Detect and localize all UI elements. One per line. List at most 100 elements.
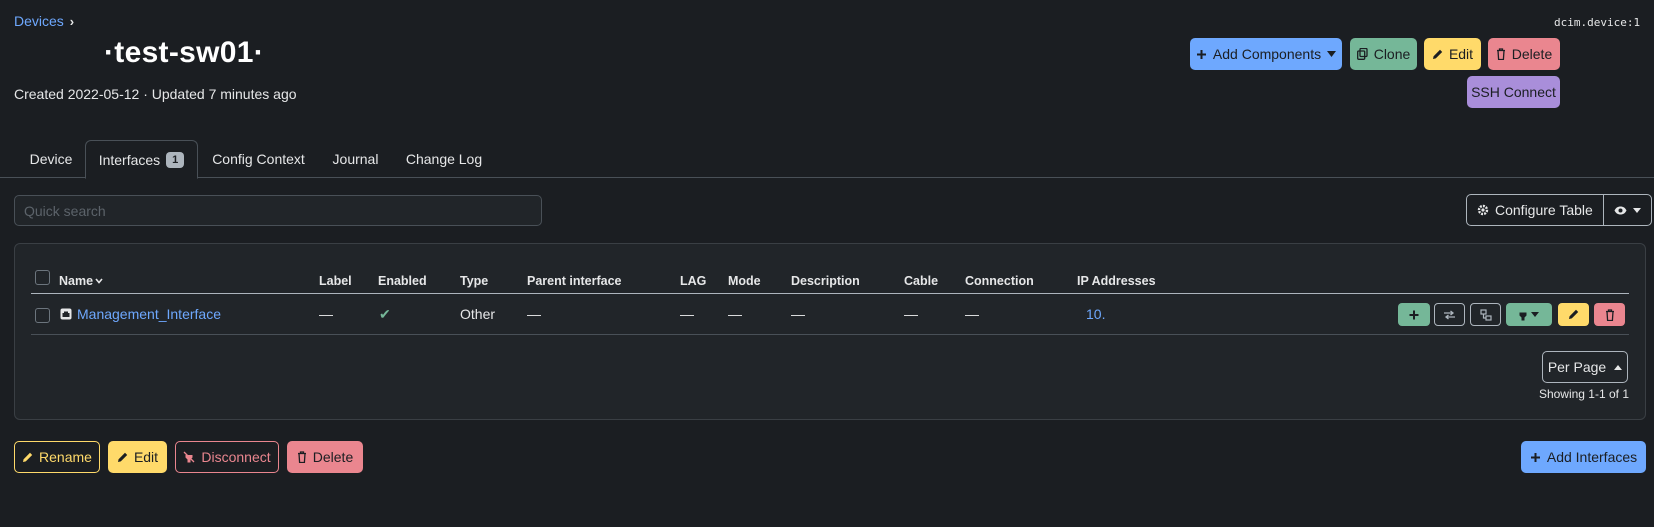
pencil-icon bbox=[1568, 309, 1579, 320]
eye-icon bbox=[1614, 206, 1627, 215]
interface-label-cell: — bbox=[319, 306, 333, 322]
column-header-label: Name bbox=[59, 274, 94, 288]
ssh-connect-button[interactable]: SSH Connect bbox=[1467, 76, 1560, 108]
pagination-status: Showing 1-1 of 1 bbox=[1538, 387, 1629, 401]
interfaces-table-card bbox=[14, 243, 1646, 420]
wireless-link-button[interactable] bbox=[1470, 303, 1501, 326]
caret-down-icon bbox=[1531, 312, 1539, 317]
delete-label: Delete bbox=[312, 449, 354, 465]
edit-button[interactable]: Edit bbox=[1424, 38, 1481, 70]
caret-down-icon bbox=[1632, 207, 1641, 213]
lan-icon bbox=[1479, 308, 1492, 321]
disconnect-selected-button[interactable]: Disconnect bbox=[175, 441, 279, 473]
interface-mode-cell: — bbox=[728, 306, 742, 322]
ssh-connect-label: SSH Connect bbox=[1471, 84, 1556, 100]
tab-config-context[interactable]: Config Context bbox=[199, 140, 318, 178]
select-all-checkbox[interactable] bbox=[35, 270, 50, 285]
tab-label: Config Context bbox=[212, 151, 305, 167]
pencil-icon bbox=[22, 452, 33, 463]
plus-icon bbox=[1409, 310, 1419, 320]
copy-icon bbox=[1356, 48, 1368, 60]
interface-connection-cell: — bbox=[965, 306, 979, 322]
disconnect-label: Disconnect bbox=[201, 449, 271, 465]
column-header-enabled[interactable]: Enabled bbox=[378, 274, 427, 288]
configure-table-label: Configure Table bbox=[1495, 202, 1593, 218]
trash-icon bbox=[1496, 48, 1506, 60]
interface-description-cell: — bbox=[791, 306, 805, 322]
column-visibility-dropdown[interactable] bbox=[1602, 195, 1651, 225]
column-header-parent[interactable]: Parent interface bbox=[527, 274, 621, 288]
quick-search-input[interactable] bbox=[14, 195, 542, 226]
column-header-lag[interactable]: LAG bbox=[680, 274, 706, 288]
add-interfaces-button[interactable]: Add Interfaces bbox=[1521, 441, 1646, 473]
column-header-name[interactable]: Name bbox=[59, 274, 103, 288]
table-header-divider bbox=[31, 293, 1629, 294]
ethernet-off-icon bbox=[183, 451, 195, 463]
tab-interfaces[interactable]: Interfaces 1 bbox=[85, 140, 198, 179]
sort-desc-icon bbox=[95, 278, 103, 284]
tab-device[interactable]: Device bbox=[17, 140, 85, 178]
column-header-connection[interactable]: Connection bbox=[965, 274, 1034, 288]
row-delete-button[interactable] bbox=[1594, 303, 1625, 326]
object-identifier: dcim.device:1 bbox=[1554, 16, 1641, 29]
edit-label: Edit bbox=[1448, 46, 1474, 62]
interface-cable-cell: — bbox=[904, 306, 918, 322]
trash-icon bbox=[1605, 308, 1615, 321]
pencil-icon bbox=[1432, 49, 1443, 60]
transit-connection-icon bbox=[1443, 309, 1456, 320]
pencil-icon bbox=[117, 452, 128, 463]
connect-dropdown-button[interactable] bbox=[1506, 303, 1552, 326]
tab-journal[interactable]: Journal bbox=[318, 140, 393, 178]
trash-icon bbox=[297, 451, 307, 463]
configure-table-button[interactable]: Configure Table bbox=[1467, 195, 1603, 225]
tab-label: Device bbox=[29, 151, 73, 167]
tab-label: Change Log bbox=[405, 151, 483, 167]
ip-address-link[interactable]: 10. bbox=[1086, 306, 1105, 322]
interfaces-count-badge: 1 bbox=[166, 151, 185, 168]
gear-icon bbox=[1477, 204, 1489, 216]
row-select-checkbox[interactable] bbox=[35, 308, 50, 323]
per-page-dropdown[interactable]: Per Page bbox=[1542, 351, 1628, 383]
column-header-mode[interactable]: Mode bbox=[728, 274, 761, 288]
rename-selected-button[interactable]: Rename bbox=[14, 441, 100, 473]
tab-label: Journal bbox=[332, 151, 379, 167]
add-components-label: Add Components bbox=[1212, 46, 1322, 62]
delete-button[interactable]: Delete bbox=[1488, 38, 1560, 70]
configure-table-group: Configure Table bbox=[1466, 194, 1652, 226]
column-header-label[interactable]: Label bbox=[319, 274, 352, 288]
per-page-label: Per Page bbox=[1547, 359, 1607, 375]
interface-parent-cell: — bbox=[527, 306, 541, 322]
add-components-button[interactable]: Add Components bbox=[1190, 38, 1342, 70]
ethernet-plug-icon bbox=[1519, 309, 1527, 321]
delete-selected-button[interactable]: Delete bbox=[287, 441, 363, 473]
edit-label: Edit bbox=[133, 449, 159, 465]
tab-bar: Device Interfaces 1 Config Context Journ… bbox=[0, 140, 1654, 179]
clone-button[interactable]: Clone bbox=[1350, 38, 1417, 70]
tab-label: Interfaces bbox=[98, 151, 161, 168]
edit-selected-button[interactable]: Edit bbox=[108, 441, 167, 473]
plus-icon bbox=[1196, 49, 1207, 60]
column-header-type[interactable]: Type bbox=[460, 274, 488, 288]
enabled-check-icon: ✔ bbox=[379, 306, 391, 322]
trace-button[interactable] bbox=[1434, 303, 1465, 326]
interface-name-link[interactable]: Management_Interface bbox=[77, 306, 221, 322]
caret-up-icon bbox=[1614, 364, 1623, 370]
rename-label: Rename bbox=[39, 449, 92, 465]
interface-type-cell: Other bbox=[460, 306, 496, 322]
breadcrumb-devices-link[interactable]: Devices bbox=[14, 13, 64, 29]
interface-virtual-icon bbox=[60, 308, 72, 320]
chevron-right-icon: › bbox=[69, 13, 75, 29]
add-interfaces-label: Add Interfaces bbox=[1546, 449, 1638, 465]
column-header-ip-addresses[interactable]: IP Addresses bbox=[1077, 274, 1156, 288]
add-child-button[interactable] bbox=[1398, 303, 1430, 326]
column-header-description[interactable]: Description bbox=[791, 274, 860, 288]
caret-down-icon bbox=[1327, 51, 1337, 57]
breadcrumb: Devices › bbox=[14, 13, 74, 29]
tab-change-log[interactable]: Change Log bbox=[393, 140, 495, 178]
interface-lag-cell: — bbox=[680, 306, 694, 322]
row-edit-button[interactable] bbox=[1558, 303, 1589, 326]
clone-label: Clone bbox=[1373, 46, 1411, 62]
page-title: ·test-sw01· bbox=[104, 36, 265, 69]
delete-label: Delete bbox=[1511, 46, 1553, 62]
column-header-cable[interactable]: Cable bbox=[904, 274, 938, 288]
